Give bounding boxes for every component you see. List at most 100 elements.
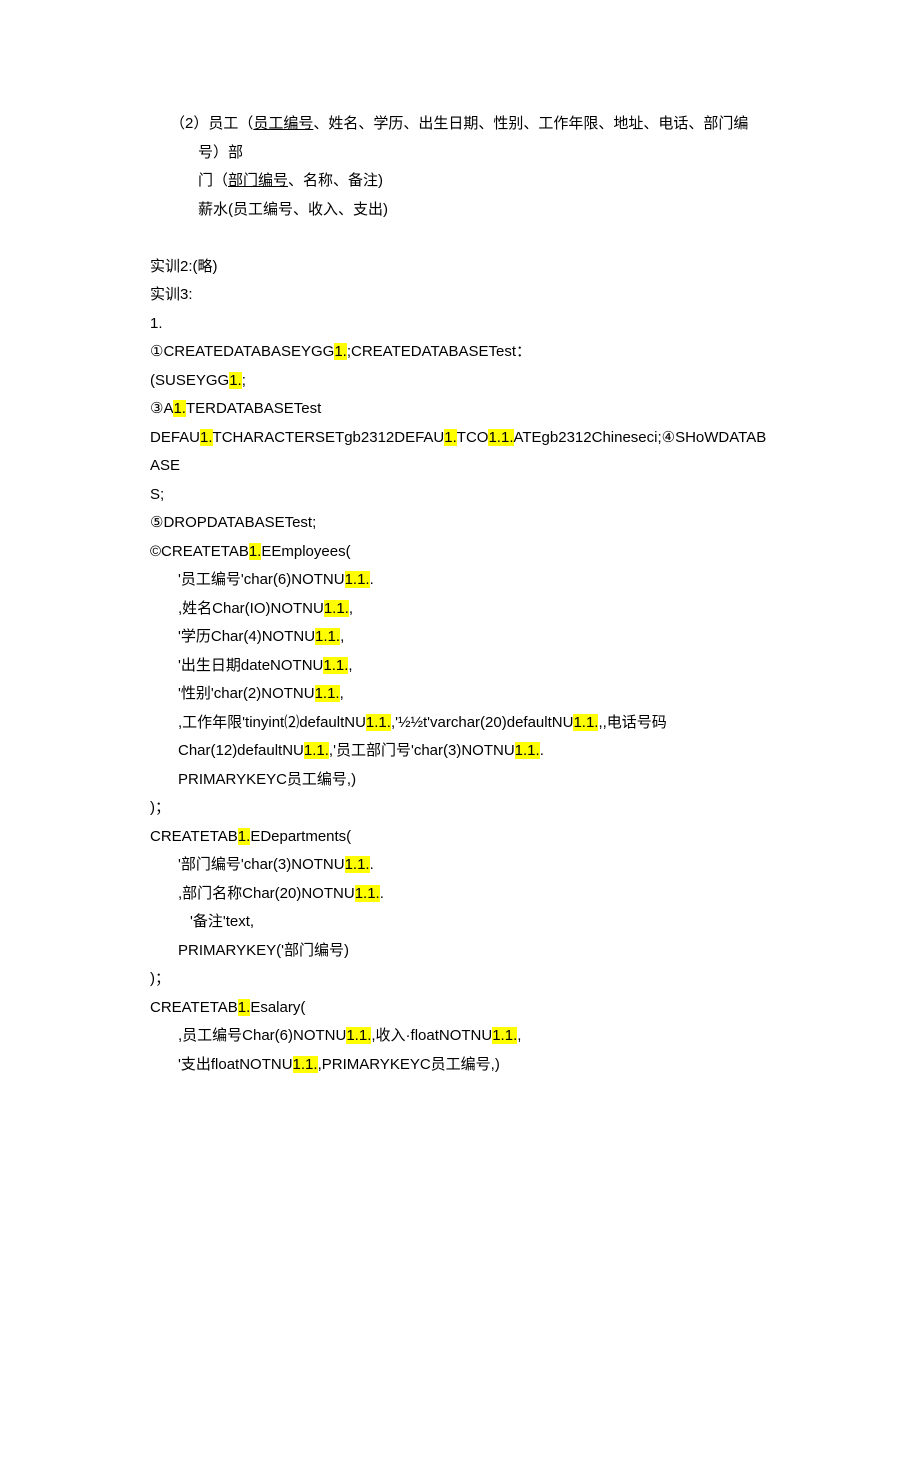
line-18: '性别'char(2)NOTNU1.1., — [150, 680, 770, 709]
line-19: ,工作年限'tinyint⑵defaultNU1.1.,'½½t'varchar… — [150, 709, 770, 738]
line-01: （2）员工（员工编号、姓名、学历、出生日期、性别、工作年限、地址、电话、部门编号… — [150, 110, 770, 167]
line-08: (SUSEYGG1.; — [150, 367, 770, 396]
highlight: 1.1. — [346, 1027, 371, 1044]
highlight: 1. — [238, 999, 251, 1016]
line-04: 实训2:(略) — [150, 253, 770, 282]
t: , — [340, 628, 344, 645]
highlight: 1. — [238, 828, 251, 845]
line-22: )； — [150, 794, 770, 823]
highlight: 1.1. — [293, 1056, 318, 1073]
line-14: '员工编号'char(6)NOTNU1.1.. — [150, 566, 770, 595]
line-03: 薪水(员工编号、收入、支出) — [150, 196, 770, 225]
t: , — [517, 1027, 521, 1044]
t: TCHARACTERSETgb2312DEFAU — [213, 429, 445, 446]
line-05: 实训3: — [150, 281, 770, 310]
t: 门（ — [198, 172, 228, 189]
t: ,收入·floatNOTNU — [371, 1027, 492, 1044]
t: Char(12)defaultNU — [178, 742, 304, 759]
highlight: 1.1. — [323, 657, 348, 674]
t: ,工作年限'tinyint⑵defaultNU — [178, 714, 366, 731]
t: TCO — [457, 429, 489, 446]
line-25: ,部门名称Char(20)NOTNU1.1.. — [150, 880, 770, 909]
highlight: 1.1. — [315, 685, 340, 702]
highlight: 1.1. — [366, 714, 391, 731]
highlight: 1.1. — [492, 1027, 517, 1044]
t: , — [349, 600, 353, 617]
t: DEFAU — [150, 429, 200, 446]
line-23: CREATETAB1.EDepartments( — [150, 823, 770, 852]
t: ; — [242, 372, 246, 389]
t: EEmployees( — [261, 543, 350, 560]
underline-text: 部门编号 — [228, 172, 288, 189]
line-10: DEFAU1.TCHARACTERSETgb2312DEFAU1.TCO1.1.… — [150, 424, 770, 481]
line-16: '学历Char(4)NOTNU1.1., — [150, 623, 770, 652]
line-06: 1. — [150, 310, 770, 339]
t: , — [348, 657, 352, 674]
t: CREATETAB — [150, 999, 238, 1016]
t: ,部门名称Char(20)NOTNU — [178, 885, 355, 902]
highlight: 1. — [249, 543, 262, 560]
t: . — [370, 856, 374, 873]
line-24: '部门编号'char(3)NOTNU1.1.. — [150, 851, 770, 880]
line-28: )； — [150, 965, 770, 994]
line-07: ①CREATEDATABASEYGG1.;CREATEDATABASETest： — [150, 338, 770, 367]
line-30: ,员工编号Char(6)NOTNU1.1.,收入·floatNOTNU1.1., — [150, 1022, 770, 1051]
highlight: 1. — [200, 429, 213, 446]
line-13: ©CREATETAB1.EEmployees( — [150, 538, 770, 567]
t: (SUSEYGG — [150, 372, 229, 389]
highlight: 1. — [173, 400, 186, 417]
t: CREATETAB — [150, 828, 238, 845]
t: ©CREATETAB — [150, 543, 249, 560]
line-21: PRIMARYKEYC员工编号,) — [150, 766, 770, 795]
t: '性别'char(2)NOTNU — [178, 685, 315, 702]
t: ,'½½t'varchar(20)defaultNU — [391, 714, 573, 731]
line-12: ⑤DROPDATABASETest; — [150, 509, 770, 538]
t: ,员工编号Char(6)NOTNU — [178, 1027, 346, 1044]
t: ;CREATEDATABASETest： — [347, 343, 531, 360]
t: ①CREATEDATABASEYGG — [150, 343, 334, 360]
line-15: ,姓名Char(IO)NOTNU1.1., — [150, 595, 770, 624]
blank-line — [150, 224, 770, 253]
t: '出生日期dateNOTNU — [178, 657, 323, 674]
highlight: 1.1. — [304, 742, 329, 759]
t: '员工编号'char(6)NOTNU — [178, 571, 345, 588]
highlight: 1.1. — [573, 714, 598, 731]
line-29: CREATETAB1.Esalary( — [150, 994, 770, 1023]
line-31: '支出floatNOTNU1.1.,PRIMARYKEYC员工编号,) — [150, 1051, 770, 1080]
t: '支出floatNOTNU — [178, 1056, 293, 1073]
line-17: '出生日期dateNOTNU1.1., — [150, 652, 770, 681]
t: '部门编号'char(3)NOTNU — [178, 856, 345, 873]
underline-text: 员工编号 — [253, 115, 313, 132]
t: EDepartments( — [250, 828, 351, 845]
highlight: 1.1. — [324, 600, 349, 617]
line-11: S; — [150, 481, 770, 510]
highlight: 1.1. — [345, 571, 370, 588]
highlight: 1.1. — [488, 429, 513, 446]
t: . — [370, 571, 374, 588]
t: TERDATABASETest — [186, 400, 321, 417]
highlight: 1. — [444, 429, 457, 446]
t: ,'员工部门号'char(3)NOTNU — [329, 742, 515, 759]
t: . — [540, 742, 544, 759]
t: ③A — [150, 400, 173, 417]
line-26: '备注'text, — [150, 908, 770, 937]
highlight: 1.1. — [355, 885, 380, 902]
t: 、名称、备注) — [288, 172, 383, 189]
t: ,姓名Char(IO)NOTNU — [178, 600, 324, 617]
highlight: 1. — [334, 343, 347, 360]
t: , — [340, 685, 344, 702]
t: ,PRIMARYKEYC员工编号,) — [318, 1056, 500, 1073]
t: ,,电话号码 — [598, 714, 666, 731]
highlight: 1.1. — [345, 856, 370, 873]
line-09: ③A1.TERDATABASETest — [150, 395, 770, 424]
line-02: 门（部门编号、名称、备注) — [150, 167, 770, 196]
highlight: 1.1. — [315, 628, 340, 645]
line-20: Char(12)defaultNU1.1.,'员工部门号'char(3)NOTN… — [150, 737, 770, 766]
t: Esalary( — [250, 999, 305, 1016]
t: '学历Char(4)NOTNU — [178, 628, 315, 645]
line-27: PRIMARYKEY('部门编号) — [150, 937, 770, 966]
highlight: 1.1. — [515, 742, 540, 759]
highlight: 1. — [229, 372, 242, 389]
t: （2）员工（ — [170, 115, 253, 132]
t: . — [380, 885, 384, 902]
